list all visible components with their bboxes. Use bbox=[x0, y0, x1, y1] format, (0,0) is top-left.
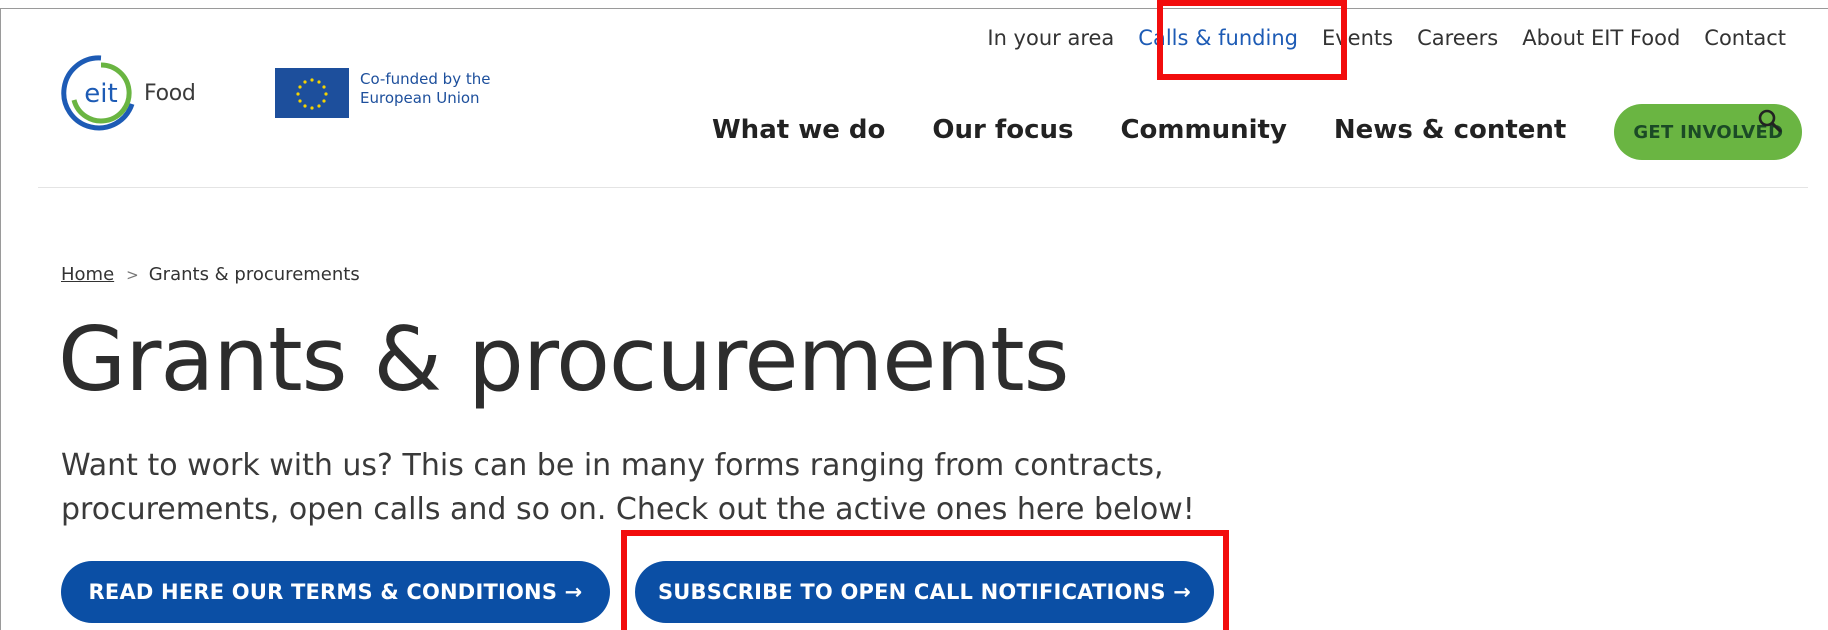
util-link-careers[interactable]: Careers bbox=[1417, 26, 1498, 50]
search-icon[interactable] bbox=[1757, 108, 1783, 134]
breadcrumb-home-link[interactable]: Home bbox=[61, 264, 114, 285]
main-nav: What we do Our focus Community News & co… bbox=[712, 100, 1803, 160]
util-link-about[interactable]: About EIT Food bbox=[1522, 26, 1680, 50]
breadcrumb-current: Grants & procurements bbox=[148, 264, 360, 285]
util-link-in-your-area[interactable]: In your area bbox=[987, 26, 1114, 50]
util-link-contact[interactable]: Contact bbox=[1704, 26, 1786, 50]
nav-what-we-do[interactable]: What we do bbox=[712, 115, 885, 145]
eu-cofunded-logo: Co-funded by the European Union bbox=[275, 68, 490, 118]
eu-flag-icon bbox=[275, 68, 349, 118]
header-divider bbox=[38, 187, 1808, 188]
logo-word: Food bbox=[144, 80, 196, 106]
nav-our-focus[interactable]: Our focus bbox=[932, 115, 1073, 145]
utility-nav: In your area Calls & funding Events Care… bbox=[987, 26, 1786, 50]
breadcrumb: Home > Grants & procurements bbox=[61, 264, 360, 285]
highlight-box-subscribe bbox=[621, 530, 1229, 630]
highlight-box-calls-funding bbox=[1157, 0, 1347, 80]
breadcrumb-separator: > bbox=[126, 265, 139, 284]
eu-line-2: European Union bbox=[360, 89, 480, 107]
nav-news-content[interactable]: News & content bbox=[1334, 115, 1566, 145]
intro-text: Want to work with us? This can be in man… bbox=[61, 448, 1195, 527]
nav-community[interactable]: Community bbox=[1120, 115, 1286, 145]
eit-logo-icon: eit bbox=[61, 55, 135, 131]
eit-food-logo[interactable]: eit Food bbox=[60, 52, 196, 134]
page-title: Grants & procurements bbox=[58, 308, 1069, 411]
eu-line-1: Co-funded by the bbox=[360, 70, 491, 88]
terms-conditions-button[interactable]: READ HERE OUR TERMS & CONDITIONS → bbox=[61, 561, 610, 623]
logo-mark: eit bbox=[84, 79, 117, 109]
eu-cofunded-text: Co-funded by the European Union bbox=[360, 70, 490, 108]
